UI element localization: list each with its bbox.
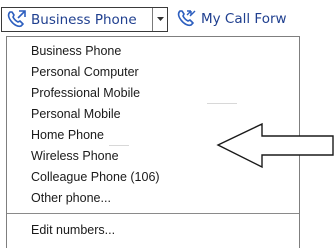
menu-item-personal-computer[interactable]: Personal Computer [31, 62, 139, 82]
faint-mark [207, 103, 237, 104]
menu-item-business-phone[interactable]: Business Phone [31, 41, 121, 61]
call-forward-label: My Call Forw [201, 11, 287, 27]
menu-separator [7, 213, 299, 214]
chevron-down-icon [157, 17, 164, 21]
phone-select-label: Business Phone [31, 12, 137, 28]
call-forward-button[interactable]: My Call Forw [172, 7, 336, 32]
menu-item-colleague-phone[interactable]: Colleague Phone (106) [31, 167, 160, 187]
call-forward-icon [176, 8, 198, 28]
menu-item-professional-mobile[interactable]: Professional Mobile [31, 83, 140, 103]
menu-item-other-phone[interactable]: Other phone... [31, 188, 111, 208]
menu-item-edit-numbers[interactable]: Edit numbers... [31, 220, 115, 240]
toolbar: Business Phone My Call Forw [0, 0, 336, 36]
screenshot-canvas: Business Phone My Call Forw Business Pho… [0, 0, 336, 248]
phone-select-dropdown-menu: Business Phone Personal Computer Profess… [6, 36, 300, 248]
menu-item-personal-mobile[interactable]: Personal Mobile [31, 104, 121, 124]
phone-handset-icon [6, 9, 28, 29]
phone-select-dropdown-toggle[interactable] [154, 8, 167, 31]
phone-select-split-button[interactable]: Business Phone [1, 7, 168, 32]
menu-item-home-phone[interactable]: Home Phone [31, 125, 104, 145]
menu-item-wireless-phone[interactable]: Wireless Phone [31, 146, 119, 166]
phone-select-button[interactable]: Business Phone [2, 8, 153, 31]
faint-mark [109, 145, 129, 146]
